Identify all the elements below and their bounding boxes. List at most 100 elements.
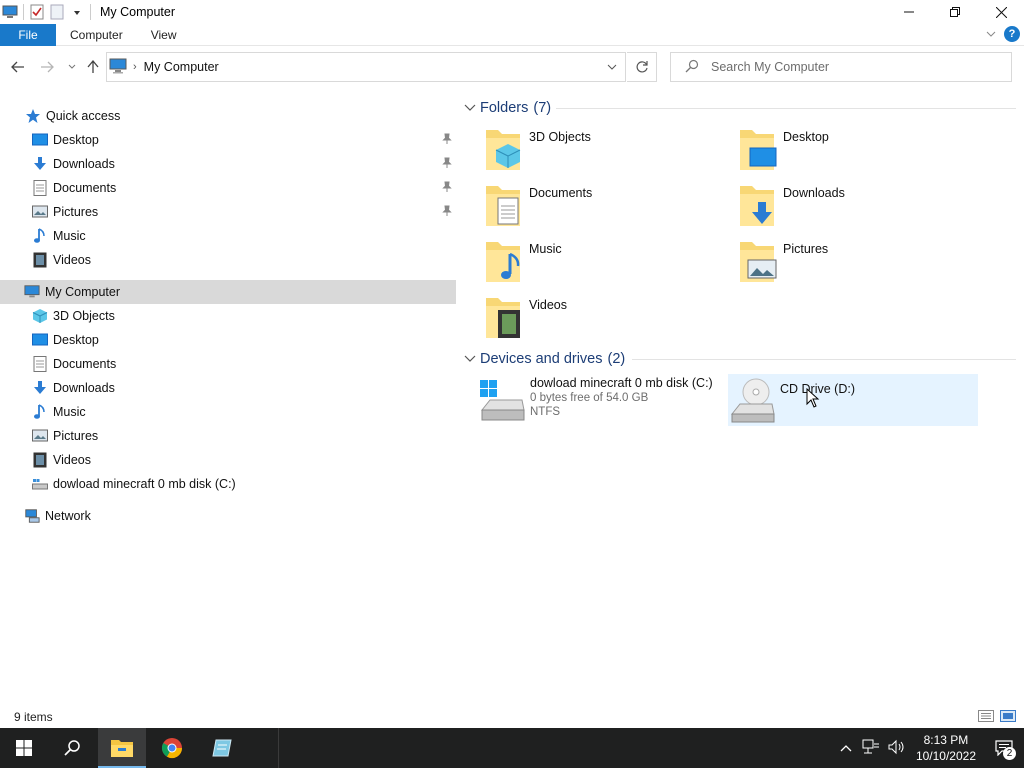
computer-icon [109, 58, 127, 77]
recent-locations-chevron-icon[interactable] [62, 57, 82, 77]
music-icon [32, 228, 48, 244]
forward-button[interactable] [37, 57, 57, 77]
drive-c[interactable]: dowload minecraft 0 mb disk (C:) 0 bytes… [478, 374, 728, 426]
address-bar[interactable]: › My Computer [106, 52, 626, 82]
music-icon [32, 404, 48, 420]
drive-name: dowload minecraft 0 mb disk (C:) [530, 376, 713, 390]
search-box[interactable] [670, 52, 1012, 82]
nav-computer-documents[interactable]: Documents [0, 352, 456, 376]
pin-icon[interactable] [442, 205, 452, 220]
drives-group-header[interactable]: Devices and drives (2) [464, 349, 625, 369]
nav-my-computer[interactable]: My Computer [0, 280, 456, 304]
folder-name: Documents [529, 186, 593, 200]
nav-quick-downloads[interactable]: Downloads [0, 152, 456, 176]
folder-3d-objects[interactable]: 3D Objects [482, 126, 732, 178]
group-count: (7) [533, 100, 552, 116]
nav-quick-videos[interactable]: Videos [0, 248, 456, 272]
navigation-bar: › My Computer [0, 50, 1024, 84]
nav-label: dowload minecraft 0 mb disk (C:) [53, 477, 236, 491]
folder-name: Videos [529, 298, 567, 312]
network-status-icon[interactable] [862, 739, 880, 758]
desktop-icon [32, 132, 48, 148]
windows-drive-icon [480, 380, 525, 421]
documents-folder-icon [486, 186, 520, 226]
folder-music[interactable]: Music [482, 238, 732, 290]
address-dropdown-icon[interactable] [601, 53, 623, 81]
nav-computer-music[interactable]: Music [0, 400, 456, 424]
taskbar-file-explorer[interactable] [98, 728, 146, 768]
taskbar-app[interactable] [198, 728, 246, 768]
nav-computer-downloads[interactable]: Downloads [0, 376, 456, 400]
tab-computer[interactable]: Computer [56, 24, 137, 46]
folder-pictures[interactable]: Pictures [736, 238, 986, 290]
new-folder-icon[interactable] [47, 2, 67, 22]
pin-icon[interactable] [442, 133, 452, 148]
back-button[interactable] [8, 57, 28, 77]
nav-network[interactable]: Network [0, 504, 456, 528]
chevron-down-icon [464, 351, 476, 367]
clock-time: 8:13 PM [923, 733, 969, 747]
help-icon[interactable]: ? [1004, 26, 1020, 42]
drive-free-space: 0 bytes free of 54.0 GB [530, 392, 649, 404]
nav-label: Videos [53, 453, 91, 467]
refresh-button[interactable] [627, 52, 657, 82]
network-icon [24, 508, 40, 524]
folder-documents[interactable]: Documents [482, 182, 732, 234]
folder-desktop[interactable]: Desktop [736, 126, 986, 178]
action-center-button[interactable]: 2 [984, 728, 1024, 768]
file-tab[interactable]: File [0, 23, 56, 46]
clock-date: 10/10/2022 [915, 749, 976, 763]
group-title: Folders [480, 100, 529, 116]
nav-quick-music[interactable]: Music [0, 224, 456, 248]
nav-label: My Computer [45, 285, 121, 299]
taskbar-chrome[interactable] [148, 728, 196, 768]
tab-view[interactable]: View [137, 24, 191, 46]
breadcrumb-separator-icon[interactable]: › [133, 61, 137, 73]
taskbar-search-button[interactable] [48, 728, 96, 768]
pin-icon[interactable] [442, 181, 452, 196]
minimize-button[interactable] [886, 0, 932, 24]
nav-label: Pictures [53, 205, 99, 219]
computer-icon [24, 284, 40, 300]
folders-group-header[interactable]: Folders (7) [464, 98, 551, 118]
volume-icon[interactable] [888, 739, 906, 758]
details-view-icon[interactable] [978, 710, 994, 725]
show-hidden-icons-chevron-icon[interactable] [840, 741, 852, 755]
search-input[interactable] [711, 60, 991, 74]
downloads-icon [32, 156, 48, 172]
nav-quick-pictures[interactable]: Pictures [0, 200, 456, 224]
star-icon [25, 108, 41, 124]
pin-icon[interactable] [442, 157, 452, 172]
clock[interactable]: 8:13 PM 10/10/2022 [916, 732, 976, 764]
nav-computer-videos[interactable]: Videos [0, 448, 456, 472]
drive-d[interactable]: CD Drive (D:) [728, 374, 978, 426]
nav-computer-desktop[interactable]: Desktop [0, 328, 456, 352]
start-button[interactable] [0, 728, 48, 768]
nav-computer-pictures[interactable]: Pictures [0, 424, 456, 448]
folder-name: Desktop [783, 130, 829, 144]
nav-quick-documents[interactable]: Documents [0, 176, 456, 200]
folder-videos[interactable]: Videos [482, 294, 732, 346]
folder-downloads[interactable]: Downloads [736, 182, 986, 234]
group-title: Devices and drives [480, 351, 603, 367]
close-button[interactable] [978, 0, 1024, 24]
nav-label: 3D Objects [53, 309, 115, 323]
music-folder-icon [486, 242, 520, 282]
expand-ribbon-icon[interactable] [986, 27, 996, 41]
customize-toolbar-chevron-icon[interactable] [67, 2, 87, 22]
chrome-icon [161, 738, 183, 759]
cd-drive-icon [730, 378, 775, 423]
breadcrumb-my-computer[interactable]: My Computer [144, 60, 219, 74]
nav-quick-access[interactable]: Quick access [0, 104, 456, 128]
large-icons-view-icon[interactable] [1000, 710, 1016, 725]
restore-button[interactable] [932, 0, 978, 24]
properties-icon[interactable] [27, 2, 47, 22]
ribbon-tabs: File Computer View ? [0, 23, 1024, 46]
nav-computer-drive-c[interactable]: dowload minecraft 0 mb disk (C:) [0, 472, 456, 496]
up-button[interactable] [83, 57, 103, 77]
drive-icon [32, 476, 48, 492]
nav-quick-desktop[interactable]: Desktop [0, 128, 456, 152]
computer-app-icon[interactable] [0, 2, 20, 22]
3d-objects-folder-icon [486, 130, 521, 170]
nav-computer-3d-objects[interactable]: 3D Objects [0, 304, 456, 328]
